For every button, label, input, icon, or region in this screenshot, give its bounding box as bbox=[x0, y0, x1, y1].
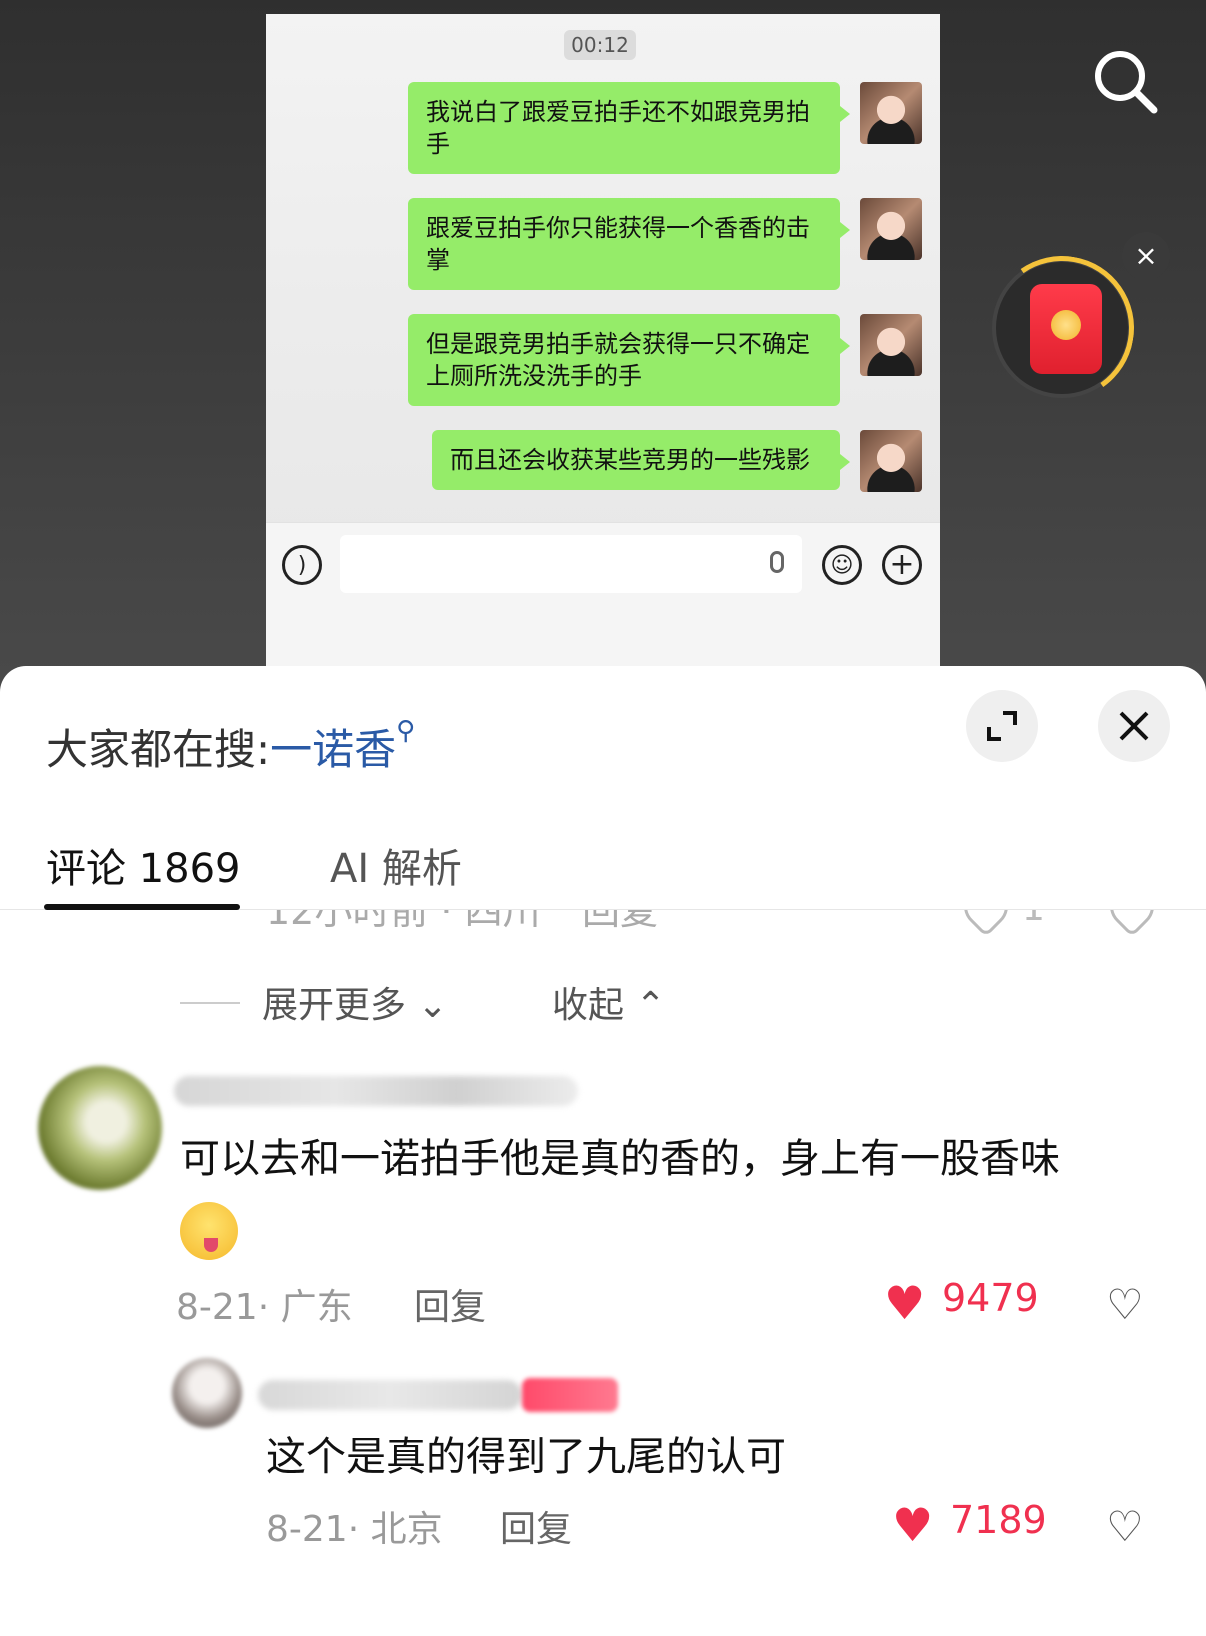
collapse-label: 收起 bbox=[552, 985, 625, 1026]
dislike-icon[interactable]: ♡ bbox=[1106, 1284, 1144, 1326]
chat-avatar bbox=[860, 82, 922, 144]
search-icon: ⚲ bbox=[396, 716, 416, 746]
voice-icon: ) bbox=[282, 545, 322, 585]
like-icon[interactable]: ♥ bbox=[892, 1502, 933, 1548]
video-player[interactable]: 00:12 我说白了跟爱豆拍手还不如跟竞男拍 手 跟爱豆拍手你只能获得一个香香的… bbox=[0, 0, 1206, 700]
hot-search[interactable]: 大家都在搜:一诺香⚲ bbox=[46, 716, 415, 777]
blurred-author-badge bbox=[522, 1378, 618, 1412]
collapse-button[interactable]: 收起 ⌃ bbox=[552, 976, 666, 1028]
like-count: 7189 bbox=[950, 1498, 1047, 1542]
like-icon[interactable] bbox=[954, 910, 1018, 938]
comment-meta: 8-21· 广东 bbox=[176, 1287, 353, 1328]
replies-toggle-row: 展开更多 ⌄ 收起 ⌃ bbox=[0, 976, 1206, 1026]
like-count: 1 bbox=[1022, 910, 1045, 929]
coin-icon bbox=[1051, 310, 1081, 340]
red-packet-button[interactable] bbox=[978, 244, 1146, 412]
chevron-down-icon: ⌄ bbox=[406, 985, 448, 1026]
reply-button[interactable]: 回复 bbox=[582, 910, 658, 935]
red-packet-icon bbox=[1030, 284, 1102, 374]
comment-text-content: 可以去和一诺拍手他是真的香的，身上有一股香味 bbox=[180, 1136, 1060, 1182]
tab-ai-analysis[interactable]: AI 解析 bbox=[330, 836, 462, 894]
dislike-icon[interactable]: ♡ bbox=[1106, 1506, 1144, 1548]
hot-search-term[interactable]: 一诺香 bbox=[270, 725, 396, 774]
chat-bubble: 跟爱豆拍手你只能获得一个香香的击 掌 bbox=[408, 198, 850, 290]
chat-text-field bbox=[340, 535, 802, 593]
close-sheet-button[interactable] bbox=[1098, 690, 1170, 762]
comment-meta: 12小时前 · 四川 bbox=[266, 910, 541, 933]
chat-bubble-line: 但是跟竞男拍手就会获得一只不确定 bbox=[426, 330, 810, 358]
reply-button[interactable]: 回复 bbox=[414, 1278, 486, 1330]
chat-bubble-line: 手 bbox=[426, 130, 450, 158]
comment-text: 可以去和一诺拍手他是真的香的，身上有一股香味 bbox=[180, 1124, 1160, 1264]
divider bbox=[180, 1002, 240, 1004]
chat-bubble: 而且还会收获某些竞男的一些残影 bbox=[432, 430, 850, 490]
chat-avatar bbox=[860, 314, 922, 376]
like-count: 9479 bbox=[942, 1276, 1039, 1320]
chat-bubble-line: 我说白了跟爱豆拍手还不如跟竞男拍 bbox=[426, 98, 810, 126]
chevron-up-icon: ⌃ bbox=[624, 985, 666, 1026]
reply-button[interactable]: 回复 bbox=[500, 1500, 572, 1552]
chat-message: 而且还会收获某些竞男的一些残影 bbox=[432, 430, 922, 492]
drooling-emoji-icon bbox=[180, 1202, 238, 1260]
red-packet-close-icon[interactable]: × bbox=[1122, 232, 1170, 280]
comment-meta: 8-21· 北京 bbox=[266, 1509, 443, 1550]
chat-message: 跟爱豆拍手你只能获得一个香香的击 掌 bbox=[408, 198, 922, 290]
expand-icon bbox=[987, 711, 1017, 741]
chat-screenshot: 00:12 我说白了跟爱豆拍手还不如跟竞男拍 手 跟爱豆拍手你只能获得一个香香的… bbox=[266, 14, 940, 674]
blurred-username[interactable] bbox=[174, 1076, 578, 1106]
tab-bar: 评论 1869 AI 解析 bbox=[0, 836, 1206, 910]
chat-avatar bbox=[860, 198, 922, 260]
chat-bubble: 我说白了跟爱豆拍手还不如跟竞男拍 手 bbox=[408, 82, 850, 174]
expand-more-button[interactable]: 展开更多 ⌄ bbox=[262, 976, 448, 1028]
hot-search-prefix: 大家都在搜: bbox=[46, 725, 271, 774]
chat-bubble-line: 而且还会收获某些竞男的一些残影 bbox=[450, 446, 810, 474]
chat-bubble: 但是跟竞男拍手就会获得一只不确定 上厕所洗没洗手的手 bbox=[408, 314, 850, 406]
chat-message: 但是跟竞男拍手就会获得一只不确定 上厕所洗没洗手的手 bbox=[408, 314, 922, 406]
microphone-icon bbox=[770, 551, 784, 573]
avatar[interactable] bbox=[38, 1066, 162, 1190]
blurred-username[interactable] bbox=[258, 1380, 522, 1410]
dislike-icon[interactable] bbox=[1100, 910, 1164, 938]
search-icon[interactable] bbox=[1090, 46, 1160, 116]
cutoff-comment-footer: 12小时前 · 四川 回复 1 bbox=[0, 910, 1206, 950]
chat-bubble-line: 跟爱豆拍手你只能获得一个香香的击 bbox=[426, 214, 810, 242]
tab-comments[interactable]: 评论 1869 bbox=[46, 836, 241, 894]
avatar[interactable] bbox=[172, 1358, 242, 1428]
chat-timestamp: 00:12 bbox=[564, 30, 636, 60]
expand-sheet-button[interactable] bbox=[966, 690, 1038, 762]
chat-input-bar: ) ☺ + bbox=[266, 522, 940, 674]
chat-message: 我说白了跟爱豆拍手还不如跟竞男拍 手 bbox=[408, 82, 922, 174]
like-icon[interactable]: ♥ bbox=[884, 1280, 925, 1326]
chat-bubble-line: 掌 bbox=[426, 246, 450, 274]
plus-icon: + bbox=[882, 545, 922, 585]
close-icon bbox=[1119, 711, 1149, 741]
chat-avatar bbox=[860, 430, 922, 492]
comment-text: 这个是真的得到了九尾的认可 bbox=[266, 1434, 786, 1480]
chat-bubble-line: 上厕所洗没洗手的手 bbox=[426, 362, 642, 390]
expand-more-label: 展开更多 bbox=[262, 985, 407, 1026]
emoji-icon: ☺ bbox=[822, 545, 862, 585]
